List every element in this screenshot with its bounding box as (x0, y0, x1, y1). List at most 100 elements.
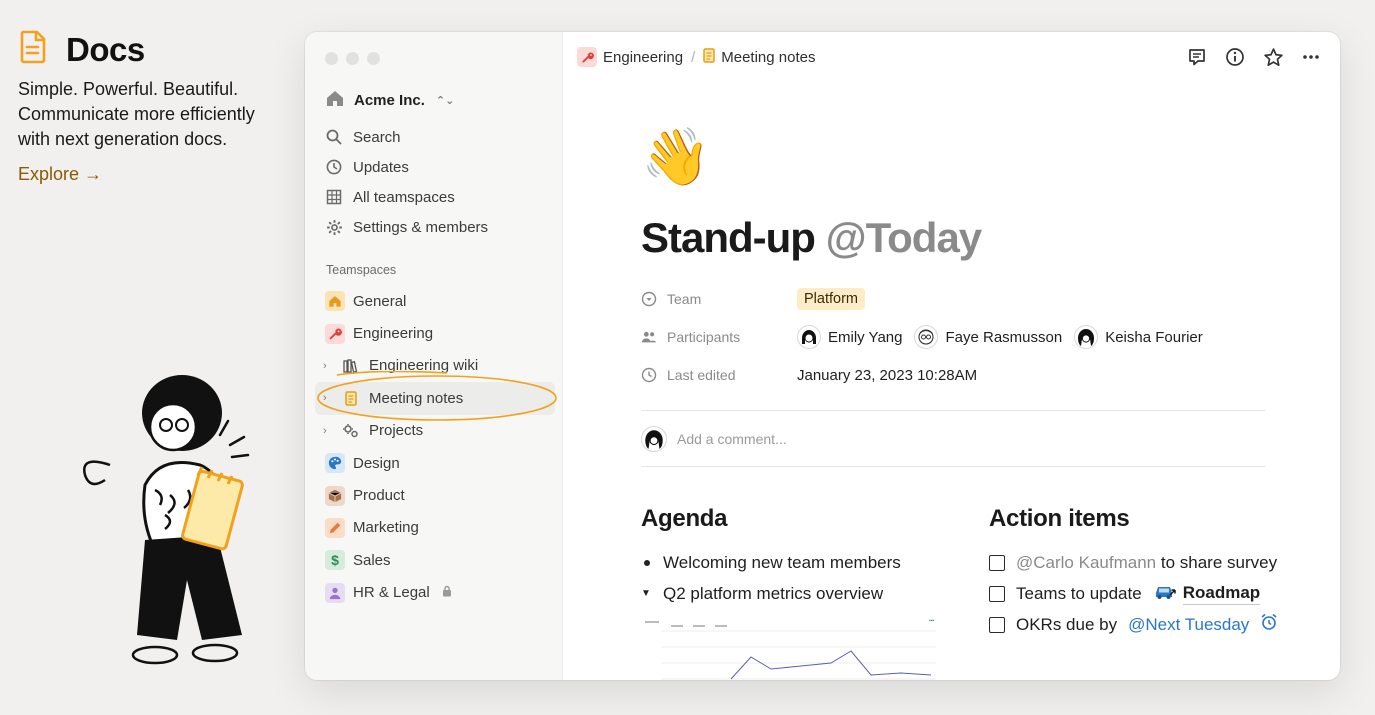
sidebar-item-label: Projects (369, 422, 424, 440)
sidebar-item-search[interactable]: Search (325, 122, 550, 152)
divider (641, 466, 1265, 467)
embedded-chart-thumbnail: ▪▪▪ (641, 617, 941, 680)
maximize-window-button[interactable] (367, 52, 380, 65)
checkbox[interactable] (989, 585, 1005, 602)
sidebar-item-settings[interactable]: Settings & members (325, 212, 550, 242)
search-icon (325, 128, 343, 146)
dollar-icon: $ (325, 550, 345, 571)
participant[interactable]: Keisha Fourier (1074, 325, 1203, 349)
property-last-edited: Last edited January 23, 2023 10:28AM (641, 356, 1265, 394)
chevron-right-icon[interactable]: › (323, 425, 333, 437)
toggle-item[interactable]: ▼ Q2 platform metrics overview (641, 578, 941, 609)
hero: Docs Simple. Powerful. Beautiful. Commun… (18, 30, 298, 185)
breadcrumb-engineering[interactable]: Engineering (577, 47, 683, 67)
property-label: Team (641, 291, 797, 307)
app-window: Acme Inc. ⌃⌄ Search Updates All teamspac… (305, 32, 1340, 680)
house-icon (325, 88, 345, 112)
alarm-clock-icon (1260, 613, 1278, 636)
page-title[interactable]: Stand-up @Today (641, 214, 1265, 262)
hero-description-line: Simple. Powerful. Beautiful. (18, 79, 239, 99)
checkbox[interactable] (989, 554, 1005, 571)
date-mention[interactable]: @Today (826, 214, 983, 261)
sidebar-item-hr-legal[interactable]: HR & Legal (315, 577, 555, 609)
participant-name: Emily Yang (828, 328, 903, 346)
svg-text:▪▪▪: ▪▪▪ (929, 618, 935, 624)
avatar (797, 325, 821, 349)
checkbox[interactable] (989, 616, 1005, 633)
user-mention[interactable]: @Carlo Kaufmann (1016, 553, 1156, 572)
list-item[interactable]: Welcoming new team members (641, 547, 941, 578)
close-window-button[interactable] (325, 52, 338, 65)
document-icon (18, 30, 48, 69)
sidebar-item-label: HR & Legal (353, 584, 430, 602)
more-icon[interactable] (1300, 46, 1322, 68)
page-link[interactable]: Roadmap (1153, 582, 1261, 605)
sidebar-item-engineering-wiki[interactable]: › Engineering wiki (315, 350, 555, 382)
sidebar-item-label: Meeting notes (369, 389, 464, 407)
sidebar-item-label: Design (353, 454, 400, 472)
sidebar-item-product[interactable]: Product (315, 479, 555, 511)
hero-title: Docs (66, 30, 145, 68)
minimize-window-button[interactable] (346, 52, 359, 65)
sidebar-item-updates[interactable]: Updates (325, 152, 550, 182)
sidebar-nav: Search Updates All teamspaces Settings &… (325, 122, 550, 242)
info-icon[interactable] (1224, 46, 1246, 68)
teamspaces-heading: Teamspaces (326, 263, 397, 277)
chevron-right-icon[interactable]: › (323, 360, 333, 372)
team-tag[interactable]: Platform (797, 288, 865, 310)
main-content: Engineering / Meeting notes 👋 Stand-up @… (563, 32, 1340, 680)
window-controls (325, 52, 380, 65)
notepad-icon (341, 388, 361, 408)
page-emoji[interactable]: 👋 (641, 122, 1265, 192)
toggle-triangle-icon[interactable]: ▼ (641, 588, 653, 599)
date-mention[interactable]: @Next Tuesday (1128, 615, 1249, 635)
workspace-name: Acme Inc. (354, 91, 425, 109)
participant[interactable]: Faye Rasmusson (914, 325, 1062, 349)
todo-text: Teams to update (1016, 583, 1142, 603)
topbar: Engineering / Meeting notes (577, 46, 1322, 68)
hero-description: Simple. Powerful. Beautiful. Communicate… (18, 77, 298, 152)
chevron-right-icon[interactable]: › (323, 392, 333, 404)
sidebar-item-engineering[interactable]: Engineering (315, 317, 555, 349)
topbar-actions (1186, 46, 1322, 68)
car-icon (1153, 582, 1177, 605)
comment-placeholder: Add a comment... (677, 430, 787, 447)
sidebar-item-sales[interactable]: $ Sales (315, 544, 555, 576)
sidebar-item-meeting-notes[interactable]: › Meeting notes (315, 382, 555, 415)
list-item-text: Q2 platform metrics overview (663, 583, 884, 603)
comment-box[interactable]: Add a comment... (641, 411, 1265, 466)
sidebar-item-general[interactable]: General (315, 285, 555, 317)
star-icon[interactable] (1262, 46, 1284, 68)
person-with-notepad-illustration (83, 375, 250, 665)
todo-text: OKRs due by (1016, 614, 1118, 634)
participant[interactable]: Emily Yang (797, 325, 902, 349)
avatar (641, 425, 667, 452)
wrench-icon (325, 323, 345, 344)
select-icon (641, 291, 657, 307)
breadcrumb-label: Engineering (603, 48, 684, 66)
wrench-icon (577, 47, 597, 67)
breadcrumb-separator: / (691, 48, 696, 66)
workspace-switcher[interactable]: Acme Inc. ⌃⌄ (325, 88, 454, 112)
gear-icon (325, 218, 343, 236)
explore-link[interactable]: Explore → (18, 164, 102, 185)
books-icon (341, 356, 361, 376)
sidebar-item-design[interactable]: Design (315, 447, 555, 479)
sidebar-item-label: Updates (353, 158, 409, 176)
hero-title-row: Docs (18, 30, 298, 69)
clock-icon (325, 158, 343, 176)
todo-item: OKRs due by @Next Tuesday (989, 609, 1278, 640)
content-columns: Agenda Welcoming new team members ▼ Q2 p… (641, 505, 1277, 680)
sidebar-item-label: Engineering wiki (369, 357, 479, 375)
sidebar-item-label: Product (353, 487, 405, 505)
breadcrumb-meeting-notes[interactable]: Meeting notes (703, 47, 815, 67)
sidebar-item-marketing[interactable]: Marketing (315, 512, 555, 544)
sidebar-item-all-teamspaces[interactable]: All teamspaces (325, 182, 550, 212)
property-label-text: Team (667, 291, 702, 307)
sidebar-item-label: All teamspaces (353, 188, 455, 206)
comment-icon[interactable] (1186, 46, 1208, 68)
avatar (1074, 325, 1099, 349)
sidebar-item-projects[interactable]: › Projects (315, 415, 555, 447)
gears-icon (341, 421, 361, 441)
todo-text: to share survey (1160, 552, 1278, 572)
